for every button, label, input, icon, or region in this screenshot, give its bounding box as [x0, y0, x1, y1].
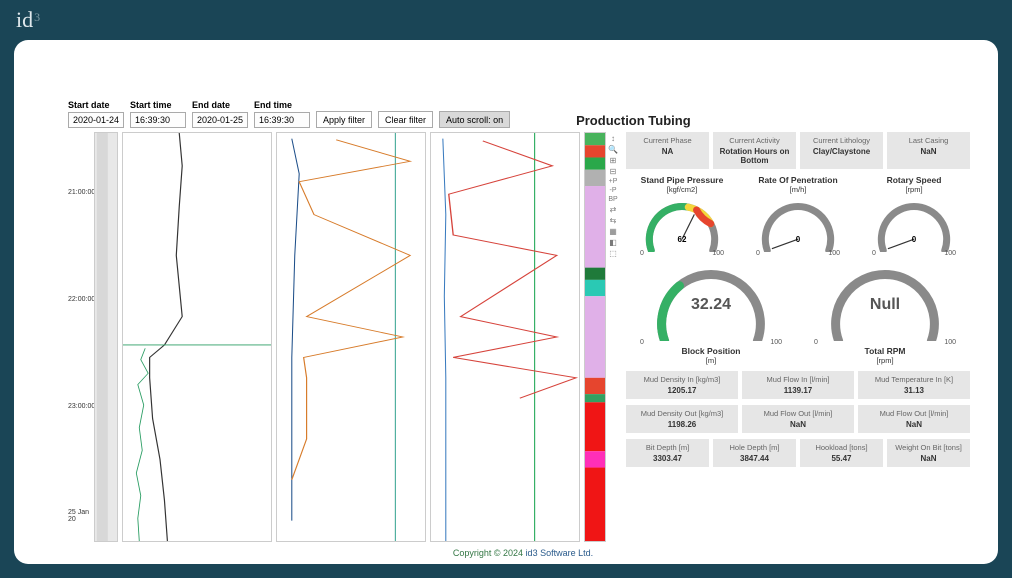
tool-camera-icon[interactable]: ◧	[609, 238, 617, 247]
end-date-label: End date	[192, 100, 248, 110]
tool-compare-icon[interactable]: ⇆	[610, 216, 617, 225]
footer-link[interactable]: id3 Software Ltd.	[526, 548, 594, 558]
track-2-svg	[277, 133, 425, 541]
apply-filter-button[interactable]: Apply filter	[316, 111, 372, 128]
gauge-total-rpm: Null0100Total RPM[rpm]	[800, 263, 970, 365]
dashboard: Current PhaseNACurrent ActivityRotation …	[626, 132, 978, 542]
gauge-row-top: Stand Pipe Pressure[kgf/cm2]620100Rate O…	[626, 175, 970, 257]
start-date-label: Start date	[68, 100, 124, 110]
top-bar: id3	[0, 0, 1012, 40]
gauge-block-position: 32.240100Block Position[m]	[626, 263, 796, 365]
tool-download-icon[interactable]: ⬚	[609, 249, 617, 258]
tool-autoscale-icon[interactable]: +P	[609, 178, 618, 185]
metric-card: Mud Temperature In [K]31.13	[858, 371, 970, 399]
tool-closest-icon[interactable]: ⇄	[610, 205, 617, 214]
end-date-field: End date	[192, 100, 248, 128]
track-index[interactable]	[94, 132, 118, 542]
tracks	[94, 132, 606, 542]
metric-card: Mud Flow In [l/min]1139.17	[742, 371, 854, 399]
brand-logo: id3	[16, 7, 40, 33]
start-time-field: Start time	[130, 100, 186, 128]
metric-row-1: Mud Density In [kg/m3]1205.17Mud Flow In…	[626, 371, 970, 399]
tool-spike-icon[interactable]: BP	[608, 196, 617, 203]
tool-zoom-in-icon[interactable]: ⊞	[610, 156, 617, 165]
gauge-rotary-speed: Rotary Speed[rpm]00100	[858, 175, 970, 257]
metric-card: Weight On Bit [tons]NaN	[887, 439, 970, 467]
metric-card: Hole Depth [m]3847.44	[713, 439, 796, 467]
tool-zoom-out-icon[interactable]: ⊟	[610, 167, 617, 176]
gauge-rate-of-penetration: Rate Of Penetration[m/h]00100	[742, 175, 854, 257]
track-1[interactable]	[122, 132, 272, 542]
clear-filter-button[interactable]: Clear filter	[378, 111, 433, 128]
end-time-input[interactable]	[254, 112, 310, 128]
gauge-stand-pipe-pressure: Stand Pipe Pressure[kgf/cm2]620100	[626, 175, 738, 257]
svg-text:62: 62	[678, 235, 687, 244]
status-card: Current ActivityRotation Hours on Bottom	[713, 132, 796, 169]
metric-card: Hookload [tons]55.47	[800, 439, 883, 467]
svg-text:0: 0	[796, 235, 801, 244]
track-lithology[interactable]	[584, 132, 606, 542]
tool-zoom-icon[interactable]: 🔍	[608, 145, 618, 154]
track-3-svg	[431, 133, 579, 541]
lithology-svg	[585, 133, 605, 541]
end-time-field: End time	[254, 100, 310, 128]
start-date-input[interactable]	[68, 112, 124, 128]
metric-row-2: Mud Density Out [kg/m3]1198.26Mud Flow O…	[626, 405, 970, 433]
tool-toggle-icon[interactable]: ▦	[609, 227, 617, 236]
track-1-svg	[123, 133, 271, 541]
metric-card: Mud Density Out [kg/m3]1198.26	[626, 405, 738, 433]
end-date-input[interactable]	[192, 112, 248, 128]
filter-bar: Start date Start time End date End time …	[68, 100, 978, 128]
status-card: Current LithologyClay/Claystone	[800, 132, 883, 169]
metric-card: Bit Depth [m]3303.47	[626, 439, 709, 467]
app-window: Start date Start time End date End time …	[14, 40, 998, 564]
svg-text:Null: Null	[870, 296, 900, 313]
time-axis: 21:00:00 22:00:00 23:00:00 25 Jan 20	[68, 132, 94, 542]
metric-card: Mud Flow Out [l/min]NaN	[742, 405, 854, 433]
chart-area: 21:00:00 22:00:00 23:00:00 25 Jan 20	[68, 132, 620, 542]
tool-drag-icon[interactable]: ↕	[611, 134, 615, 143]
status-card: Last CasingNaN	[887, 132, 970, 169]
start-date-field: Start date	[68, 100, 124, 128]
chart-toolbar: ↕ 🔍 ⊞ ⊟ +P -P BP ⇄ ⇆ ▦ ◧ ⬚	[606, 132, 620, 542]
gauge-row-big: 32.240100Block Position[m]Null0100Total …	[626, 263, 970, 365]
footer: Copyright © 2024 id3 Software Ltd.	[68, 542, 978, 558]
start-time-input[interactable]	[130, 112, 186, 128]
metric-card: Mud Density In [kg/m3]1205.17	[626, 371, 738, 399]
end-time-label: End time	[254, 100, 310, 110]
tool-reset-icon[interactable]: -P	[610, 187, 617, 194]
svg-text:0: 0	[912, 235, 917, 244]
track-3[interactable]	[430, 132, 580, 542]
track-2[interactable]	[276, 132, 426, 542]
svg-text:32.24: 32.24	[691, 296, 731, 313]
content-row: 21:00:00 22:00:00 23:00:00 25 Jan 20	[68, 132, 978, 542]
metric-card: Mud Flow Out [l/min]NaN	[858, 405, 970, 433]
autoscroll-toggle[interactable]: Auto scroll: on	[439, 111, 510, 128]
status-card: Current PhaseNA	[626, 132, 709, 169]
page-title: Production Tubing	[576, 113, 691, 128]
status-row: Current PhaseNACurrent ActivityRotation …	[626, 132, 970, 169]
metric-row-3: Bit Depth [m]3303.47Hole Depth [m]3847.4…	[626, 439, 970, 467]
start-time-label: Start time	[130, 100, 186, 110]
